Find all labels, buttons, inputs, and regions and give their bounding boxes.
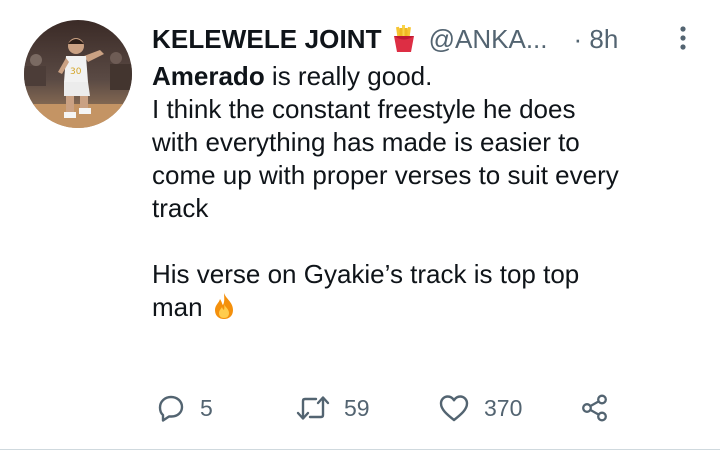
like-button[interactable]: 370 xyxy=(438,390,522,426)
retweet-count: 59 xyxy=(344,394,370,421)
tweet-text: Amerado is really good. I think the cons… xyxy=(152,60,700,324)
tweet-text-line: His verse on Gyakie’s track is top top xyxy=(152,259,580,289)
reply-icon xyxy=(158,395,184,422)
share-button[interactable] xyxy=(580,390,610,426)
avatar[interactable]: 30 xyxy=(24,20,132,128)
tweet-text-fragment: is really good. xyxy=(264,61,433,91)
display-name[interactable]: KELEWELE JOINT xyxy=(152,24,382,55)
more-options-icon[interactable] xyxy=(678,24,688,54)
tweet[interactable]: 30 KELEWELE JOINT @ANKA... · 8h Amerado … xyxy=(0,0,720,452)
retweet-icon xyxy=(296,396,330,420)
bold-name: Amerado xyxy=(152,61,265,91)
tweet-text-line: come up with proper verses to suit every xyxy=(152,160,619,190)
divider xyxy=(0,449,720,450)
reply-button[interactable]: 5 xyxy=(156,390,213,426)
retweet-button[interactable]: 59 xyxy=(296,390,370,426)
french-fries-emoji-icon xyxy=(391,25,417,53)
tweet-text-fragment: man xyxy=(152,292,203,322)
share-icon xyxy=(582,394,607,422)
heart-icon xyxy=(439,395,469,422)
tweet-text-line: Amerado is really good. xyxy=(152,60,700,93)
tweet-header: KELEWELE JOINT @ANKA... · 8h xyxy=(152,22,700,56)
user-handle[interactable]: @ANKA... xyxy=(429,24,548,55)
like-count: 370 xyxy=(484,394,523,421)
tweet-text-line: track xyxy=(152,193,209,223)
tweet-actions: 5 59 370 xyxy=(152,390,712,426)
fire-emoji-icon xyxy=(211,292,237,320)
timestamp[interactable]: · 8h xyxy=(574,24,619,55)
reply-count: 5 xyxy=(200,394,213,421)
tweet-text-line: I think the constant freestyle he does xyxy=(152,94,576,124)
basketball-player-avatar-icon: 30 xyxy=(24,20,132,128)
tweet-text-line: with everything has made is easier to xyxy=(152,127,580,157)
svg-text:30: 30 xyxy=(70,67,82,77)
tweet-text-line: man xyxy=(152,291,700,324)
